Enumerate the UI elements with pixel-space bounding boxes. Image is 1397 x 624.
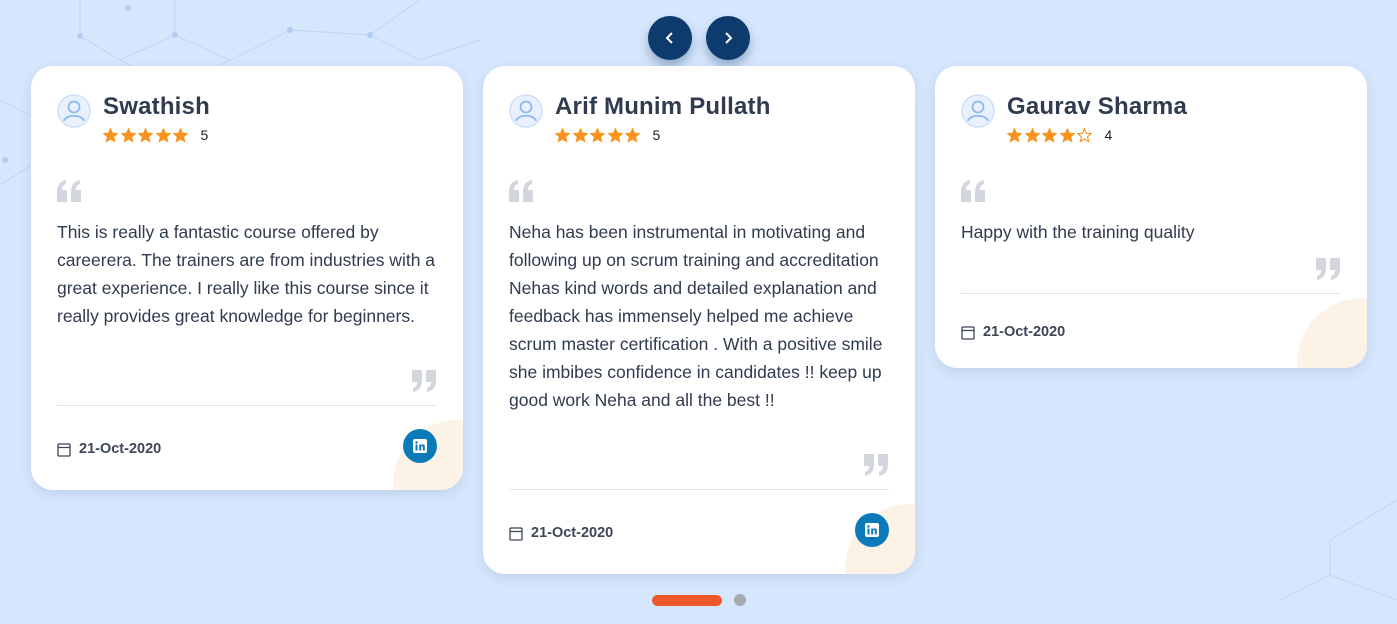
- calendar-icon: [509, 526, 523, 541]
- reviewer-header: Gaurav Sharma 4: [961, 92, 1187, 143]
- star-empty-icon: [1077, 128, 1092, 143]
- review-date: 21-Oct-2020: [509, 525, 613, 541]
- rating: 5: [555, 128, 771, 143]
- user-avatar-icon: [509, 94, 543, 128]
- chevron-left-icon: [665, 32, 673, 44]
- star-filled-icon: [1042, 128, 1057, 143]
- quote-close-icon: [864, 454, 888, 476]
- star-filled-icon: [1024, 128, 1040, 143]
- user-avatar-icon: [57, 94, 91, 128]
- date-label: 21-Oct-2020: [983, 324, 1066, 340]
- linkedin-button[interactable]: [403, 429, 437, 463]
- quote-open-icon: [961, 180, 985, 202]
- user-avatar-icon: [961, 94, 995, 128]
- star-filled-icon: [173, 128, 188, 143]
- date-label: 21-Oct-2020: [79, 441, 162, 457]
- quote-open-icon: [57, 180, 81, 202]
- linkedin-button[interactable]: [855, 513, 889, 547]
- star-rating: [555, 128, 643, 143]
- carousel-pagination: [652, 594, 746, 606]
- star-filled-icon: [555, 128, 570, 143]
- star-filled-icon: [120, 128, 136, 143]
- rating: 5: [103, 128, 210, 143]
- star-filled-icon: [138, 128, 153, 143]
- star-filled-icon: [1059, 128, 1075, 143]
- calendar-icon: [961, 325, 975, 340]
- review-text: This is really a fantastic course offere…: [57, 222, 436, 326]
- avatar: [57, 94, 91, 128]
- testimonial-card: Arif Munim Pullath 5 Neha has been instr…: [483, 66, 915, 574]
- rating-value: 5: [200, 127, 209, 143]
- corner-decoration: [1297, 298, 1367, 368]
- rating-value: 4: [1104, 127, 1113, 143]
- review-date: 21-Oct-2020: [961, 324, 1065, 340]
- date-label: 21-Oct-2020: [531, 525, 614, 541]
- avatar: [509, 94, 543, 128]
- review-text: Happy with the training quality: [961, 222, 1195, 242]
- reviewer-header: Arif Munim Pullath 5: [509, 92, 771, 143]
- review-date: 21-Oct-2020: [57, 441, 161, 457]
- reviewer-name: Gaurav Sharma: [1007, 93, 1188, 120]
- reviewer-header: Swathish 5: [57, 92, 210, 143]
- carousel-next-button[interactable]: [706, 16, 750, 60]
- linkedin-icon: [865, 523, 879, 537]
- carousel-prev-button[interactable]: [648, 16, 692, 60]
- rating-value: 5: [652, 127, 661, 143]
- star-filled-icon: [155, 128, 171, 143]
- chevron-right-icon: [725, 32, 733, 44]
- star-rating: [103, 128, 191, 143]
- quote-open-icon: [509, 180, 533, 202]
- quote-close-icon: [412, 370, 436, 392]
- divider: [961, 293, 1341, 294]
- star-filled-icon: [1007, 128, 1022, 143]
- star-filled-icon: [103, 128, 118, 143]
- calendar-icon: [57, 442, 71, 457]
- pagination-dot[interactable]: [734, 594, 746, 606]
- divider: [509, 489, 889, 490]
- pagination-dot-active[interactable]: [652, 594, 722, 606]
- divider: [57, 405, 437, 406]
- star-filled-icon: [572, 128, 588, 143]
- star-rating: [1007, 128, 1095, 143]
- star-filled-icon: [590, 128, 605, 143]
- star-filled-icon: [607, 128, 623, 143]
- star-filled-icon: [625, 128, 640, 143]
- testimonial-card: Swathish 5 This is really a fantastic co…: [31, 66, 463, 490]
- testimonial-card: Gaurav Sharma 4 Happy with the training …: [935, 66, 1367, 368]
- review-text: Neha has been instrumental in motivating…: [509, 222, 883, 410]
- reviewer-name: Swathish: [103, 93, 210, 120]
- quote-close-icon: [1316, 258, 1340, 280]
- linkedin-icon: [413, 439, 427, 453]
- avatar: [961, 94, 995, 128]
- rating: 4: [1007, 128, 1187, 143]
- reviewer-name: Arif Munim Pullath: [555, 93, 771, 120]
